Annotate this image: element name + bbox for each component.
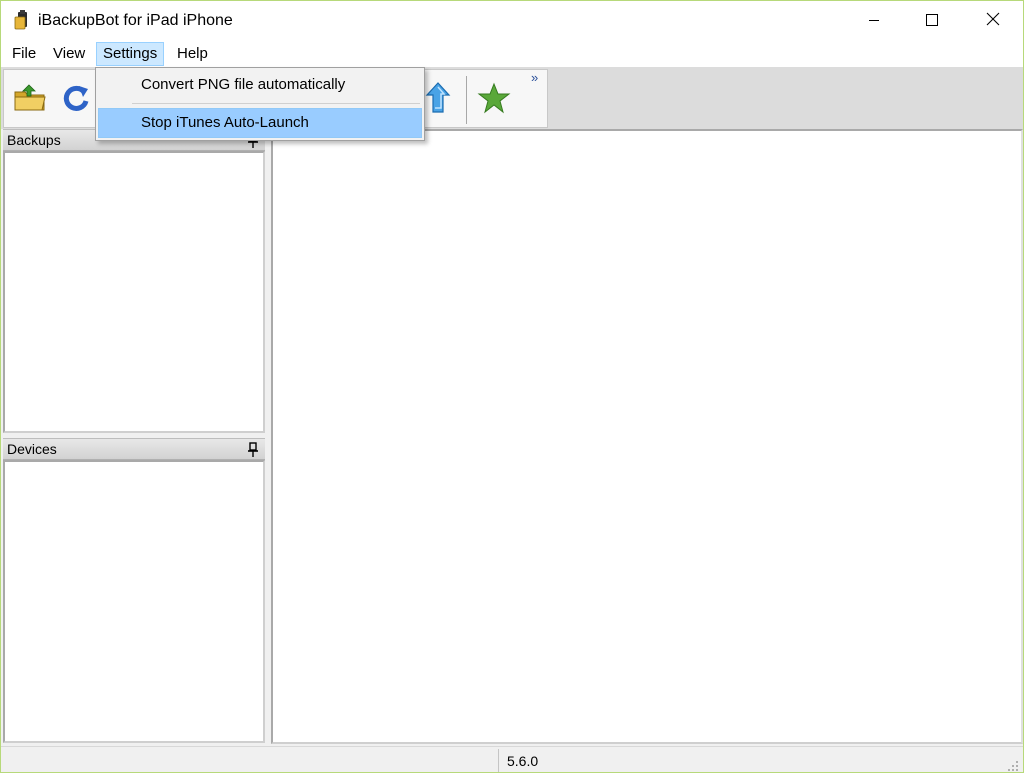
devices-list[interactable] — [3, 460, 265, 743]
resize-grip-icon[interactable] — [1007, 759, 1019, 771]
backups-panel: Backups — [3, 129, 265, 433]
menu-help[interactable]: Help — [170, 42, 215, 66]
app-logo-icon — [13, 9, 33, 31]
menu-item-stop-itunes-auto-launch[interactable]: Stop iTunes Auto-Launch — [98, 108, 422, 138]
app-window: iBackupBot for iPad iPhone File View Set… — [0, 0, 1024, 773]
minimize-button[interactable] — [851, 1, 897, 41]
main-content-view[interactable] — [271, 129, 1023, 744]
maximize-button[interactable] — [909, 1, 955, 41]
menu-bar: File View Settings Help — [1, 41, 1023, 67]
toolbar-separator — [466, 76, 467, 124]
devices-panel: Devices — [3, 438, 265, 743]
close-button[interactable] — [970, 1, 1016, 41]
devices-panel-title: Devices — [7, 441, 57, 457]
menu-file[interactable]: File — [5, 42, 43, 66]
open-folder-button[interactable] — [10, 80, 50, 120]
title-bar[interactable]: iBackupBot for iPad iPhone — [1, 1, 1023, 41]
upload-arrow-icon — [425, 81, 451, 119]
window-title: iBackupBot for iPad iPhone — [38, 12, 233, 29]
toolbar-overflow-button[interactable]: » — [531, 70, 538, 85]
settings-dropdown-menu: Convert PNG file automatically Stop iTun… — [95, 67, 425, 141]
minimize-icon — [868, 13, 880, 30]
refresh-icon — [62, 83, 90, 117]
menu-item-convert-png[interactable]: Convert PNG file automatically — [98, 70, 422, 100]
menu-separator — [132, 103, 420, 104]
favorite-button[interactable] — [474, 80, 514, 120]
status-bar: 5.6.0 — [1, 746, 1023, 772]
open-folder-icon — [13, 83, 47, 117]
star-icon — [477, 82, 511, 118]
backups-panel-title: Backups — [7, 132, 61, 148]
version-label: 5.6.0 — [507, 753, 539, 769]
pin-icon[interactable] — [247, 442, 259, 458]
menu-settings[interactable]: Settings — [96, 42, 165, 66]
backups-tree[interactable] — [3, 151, 265, 433]
status-separator — [498, 749, 499, 772]
maximize-icon — [926, 13, 938, 30]
refresh-button[interactable] — [56, 80, 96, 120]
devices-panel-header: Devices — [3, 438, 265, 460]
close-icon — [986, 12, 1000, 30]
menu-view[interactable]: View — [46, 42, 92, 66]
